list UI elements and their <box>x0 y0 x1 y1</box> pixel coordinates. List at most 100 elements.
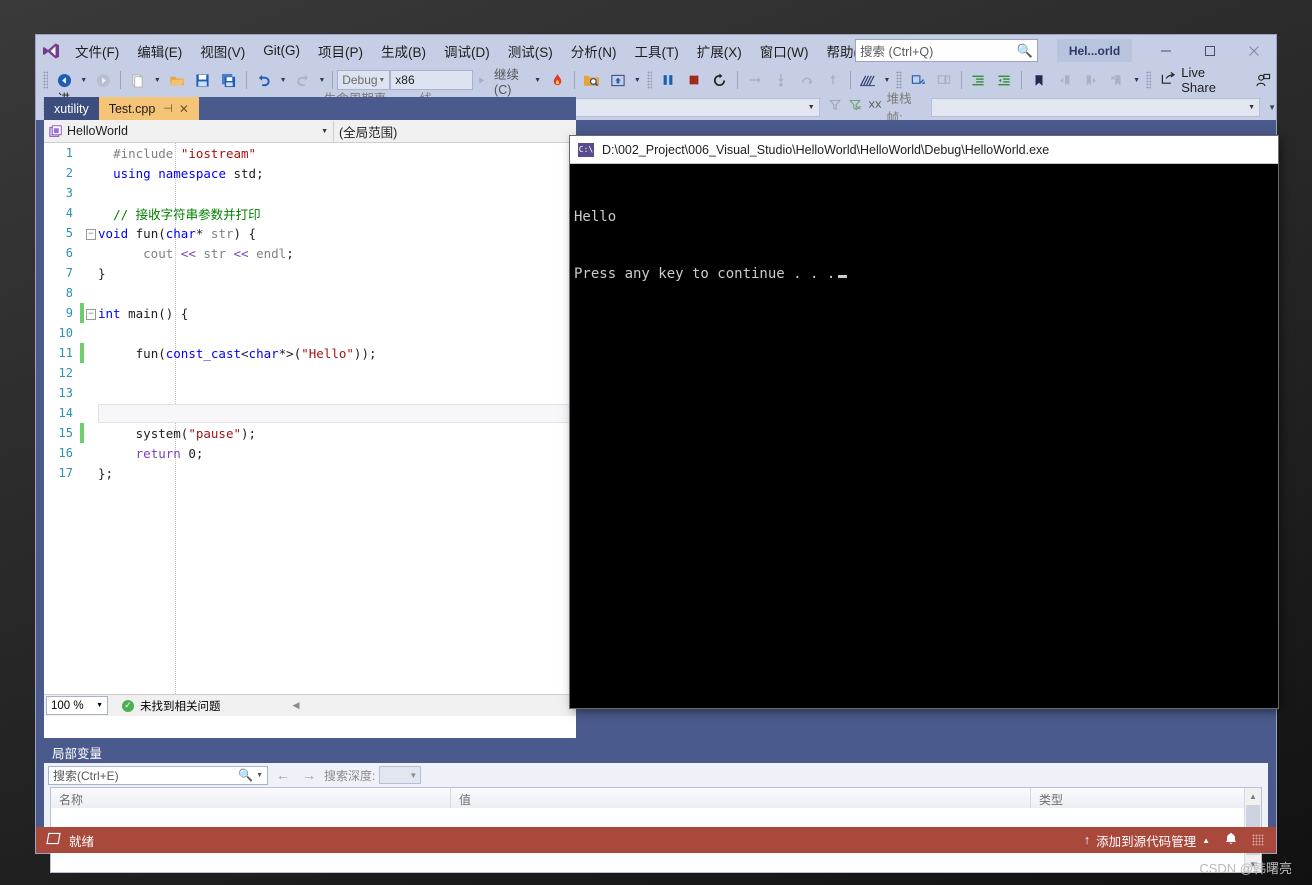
code-line[interactable]: 8 <box>44 283 576 303</box>
live-share-label: Live Share <box>1181 65 1216 95</box>
chevron-up-icon[interactable]: ▲ <box>1202 836 1210 845</box>
restart-icon[interactable] <box>707 68 733 92</box>
code-line[interactable]: 16 return 0; <box>44 443 576 463</box>
project-scope-select[interactable]: HelloWorld ▼ <box>44 120 334 142</box>
live-share-icon <box>1160 71 1176 89</box>
column-header-value[interactable]: 值 <box>451 788 1031 808</box>
code-line[interactable]: 12 <box>44 363 576 383</box>
menu-tools[interactable]: 工具(T) <box>626 37 688 65</box>
threads-icon[interactable] <box>868 98 882 116</box>
zoom-level-select[interactable]: 100 % ▼ <box>46 696 108 715</box>
menu-test[interactable]: 测试(S) <box>499 37 562 65</box>
save-icon[interactable] <box>190 68 216 92</box>
line-number: 8 <box>65 286 73 300</box>
redo-dropdown[interactable]: ▼ <box>316 77 329 84</box>
send-feedback-icon[interactable] <box>1250 68 1276 92</box>
open-folder-icon[interactable] <box>164 68 190 92</box>
code-editor[interactable]: 1 #include "iostream" 2 using namespace s… <box>44 143 576 694</box>
close-icon[interactable] <box>1232 35 1276 66</box>
toolbar-grip-3[interactable] <box>896 71 902 89</box>
solution-configuration-select[interactable]: Debug ▼ <box>337 70 391 90</box>
menu-analyze[interactable]: 分析(N) <box>562 37 626 65</box>
menu-view[interactable]: 视图(V) <box>191 37 254 65</box>
bookmarks-dropdown[interactable]: ▼ <box>1130 77 1143 84</box>
code-line[interactable]: 4 // 接收字符串参数并打印 <box>44 203 576 223</box>
prev-issue-icon[interactable]: ◀ <box>293 700 300 711</box>
menu-git[interactable]: Git(G) <box>254 39 309 62</box>
menu-file[interactable]: 文件(F) <box>66 37 128 65</box>
break-all-dropdown[interactable]: ▼ <box>631 77 644 84</box>
menu-debug[interactable]: 调试(D) <box>435 37 499 65</box>
continue-dropdown[interactable]: ▼ <box>531 77 544 84</box>
close-tab-icon[interactable]: ✕ <box>179 102 189 116</box>
stack-frame-select[interactable]: ▼ <box>931 97 1261 117</box>
new-item-dropdown[interactable]: ▼ <box>151 77 164 84</box>
search-depth-select[interactable]: ▼ <box>379 766 422 784</box>
arrow-right-icon[interactable]: → <box>298 767 320 783</box>
increase-indent-icon[interactable] <box>965 68 991 92</box>
code-line[interactable]: 5− void fun(char* str) { <box>44 223 576 243</box>
code-line[interactable]: 14 // 控制台暂停，按任意键继续向后执行 <box>44 403 576 423</box>
column-header-name[interactable]: 名称 <box>51 788 451 808</box>
menu-project[interactable]: 项目(P) <box>309 37 372 65</box>
fold-toggle-icon[interactable]: − <box>84 306 98 320</box>
diagnostics-icon[interactable] <box>854 68 880 92</box>
pin-tab-icon[interactable]: ⊣ <box>163 102 173 115</box>
code-line[interactable]: 7} <box>44 263 576 283</box>
menu-build[interactable]: 生成(B) <box>372 37 435 65</box>
change-marker <box>80 463 84 483</box>
member-scope-select[interactable]: (全局范围) <box>334 121 576 142</box>
redo-icon <box>290 68 316 92</box>
code-line[interactable]: 15 system("pause"); <box>44 423 576 443</box>
locals-search-input[interactable]: 搜索(Ctrl+E) 🔍 ▼ <box>48 765 268 785</box>
minimize-icon[interactable] <box>1144 35 1188 66</box>
diagnostics-dropdown[interactable]: ▼ <box>880 77 893 84</box>
code-line[interactable]: 6 cout << str << endl; <box>44 243 576 263</box>
code-line[interactable]: 17}; <box>44 463 576 483</box>
notification-bell-icon[interactable] <box>1224 831 1238 849</box>
code-line[interactable]: 11 fun(const_cast<char*>("Hello")); <box>44 343 576 363</box>
tab-xutility[interactable]: xutility <box>44 97 99 120</box>
stop-icon[interactable] <box>681 68 707 92</box>
menu-window[interactable]: 窗口(W) <box>751 37 818 65</box>
menu-extensions[interactable]: 扩展(X) <box>688 37 751 65</box>
console-window[interactable]: C:\ D:\002_Project\006_Visual_Studio\Hel… <box>570 136 1278 708</box>
continue-button[interactable]: 继续(C) <box>473 68 531 97</box>
search-input[interactable]: 搜索 (Ctrl+Q) 🔍 <box>855 39 1038 62</box>
clear-filter-icon[interactable] <box>848 98 862 116</box>
overflow-chevron-icon[interactable]: ▼ <box>1268 103 1276 112</box>
add-to-source-control-label: 添加到源代码管理 <box>1096 834 1197 849</box>
break-all-icon[interactable] <box>605 68 631 92</box>
menu-edit[interactable]: 编辑(E) <box>128 37 191 65</box>
code-line[interactable]: 3 <box>44 183 576 203</box>
bookmark-icon[interactable] <box>1026 68 1052 92</box>
resize-grip-icon[interactable] <box>1252 834 1264 846</box>
undo-dropdown[interactable]: ▼ <box>277 77 290 84</box>
attach-process-icon[interactable] <box>579 68 605 92</box>
scroll-up-icon[interactable]: ▲ <box>1245 788 1261 804</box>
code-line[interactable]: 1 #include "iostream" <box>44 143 576 163</box>
toolbar-grip[interactable] <box>43 71 49 89</box>
filter-icon[interactable] <box>828 98 842 116</box>
solution-platform-select[interactable]: x86 <box>390 70 474 90</box>
column-header-type[interactable]: 类型 <box>1031 788 1237 808</box>
code-line[interactable]: 13 <box>44 383 576 403</box>
toolbar-grip-4[interactable] <box>1146 71 1152 89</box>
code-line[interactable]: 9− int main() { <box>44 303 576 323</box>
live-share-button[interactable]: Live Share <box>1154 65 1228 95</box>
code-line[interactable]: 10 <box>44 323 576 343</box>
code-line[interactable]: 2 using namespace std; <box>44 163 576 183</box>
arrow-left-icon[interactable]: ← <box>272 767 294 783</box>
toolbar-grip-2[interactable] <box>646 71 652 89</box>
tab-test-cpp[interactable]: Test.cpp ⊣ ✕ <box>98 97 199 120</box>
hot-reload-icon[interactable] <box>544 68 570 92</box>
save-all-icon[interactable] <box>216 68 242 92</box>
maximize-icon[interactable] <box>1188 35 1232 66</box>
add-to-source-control-button[interactable]: ↑ 添加到源代码管理 ▲ <box>1084 831 1210 850</box>
navigate-back-dropdown[interactable]: ▼ <box>77 77 90 84</box>
decrease-indent-icon[interactable] <box>991 68 1017 92</box>
pause-icon[interactable] <box>655 68 681 92</box>
search-options-chevron-icon[interactable]: ▼ <box>256 772 263 779</box>
fold-toggle-icon[interactable]: − <box>84 226 98 240</box>
undo-icon[interactable] <box>251 68 277 92</box>
